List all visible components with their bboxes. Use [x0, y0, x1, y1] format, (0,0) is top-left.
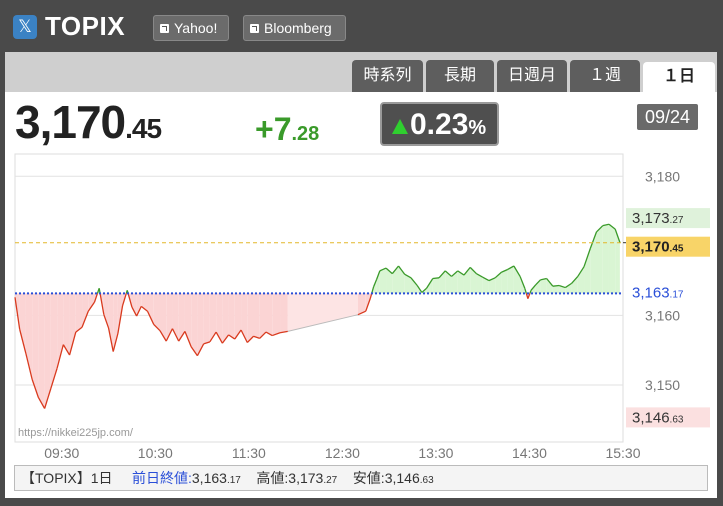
chart-panel: 3,170.45 +7.28 0.23% 09/24 3,173.27 3,170…	[5, 92, 717, 498]
external-link-icon	[160, 24, 169, 33]
area-segment	[191, 293, 198, 356]
area-segment	[50, 293, 58, 389]
area-segment	[247, 293, 254, 343]
tab-1week[interactable]: １週	[570, 60, 640, 92]
x-tick-label: 10:30	[138, 445, 173, 461]
y-tick-label: 3,160	[645, 307, 680, 323]
bloomberg-link-label: Bloomberg	[264, 20, 332, 36]
x-tick-label: 15:30	[605, 445, 640, 461]
area-segment	[203, 293, 210, 344]
area-segment	[216, 293, 223, 344]
area-segment	[432, 277, 440, 294]
area-segment	[608, 224, 616, 294]
x-tick-label: 11:30	[232, 445, 266, 461]
app-window: 𝕏 TOPIX Yahoo! Bloomberg 時系列 長期 日週月 １週 １…	[0, 0, 723, 506]
area-segment	[379, 268, 387, 294]
y-tick-label: 3,180	[645, 168, 680, 184]
series-segment	[432, 277, 440, 280]
x-tick-label: 13:30	[418, 445, 453, 461]
yahoo-link-label: Yahoo!	[174, 20, 218, 36]
area-segment	[82, 293, 89, 328]
area-segment	[507, 266, 514, 294]
area-segment	[596, 225, 603, 294]
series-segment	[552, 284, 560, 287]
area-segment	[228, 293, 235, 340]
area-segment	[19, 293, 26, 354]
area-segment	[540, 278, 547, 294]
area-segment	[38, 293, 45, 409]
footer-prev-label: 前日終値:	[132, 470, 192, 486]
x-tick-label: 12:30	[325, 445, 360, 461]
area-segment	[75, 293, 83, 333]
yahoo-link[interactable]: Yahoo!	[153, 15, 229, 41]
tab-1day[interactable]: １日	[643, 62, 715, 92]
y-tick-label: 3,150	[645, 377, 680, 393]
x-logo-icon[interactable]: 𝕏	[13, 15, 37, 39]
footer-high-dec: .27	[323, 475, 338, 486]
area-segment	[386, 268, 393, 294]
footer-index-name: 【TOPIX】1日	[21, 470, 113, 486]
watermark-text: https://nikkei225jp.com/	[18, 427, 134, 439]
tab-longterm[interactable]: 長期	[426, 60, 494, 92]
footer-high-label: 高値:	[256, 470, 289, 486]
area-segment	[265, 293, 273, 336]
bloomberg-link[interactable]: Bloomberg	[243, 15, 346, 41]
area-segment	[159, 293, 167, 342]
x-tick-label: 09:30	[44, 445, 79, 461]
footer-prev-int: 3,163	[191, 470, 227, 486]
x-tick-label: 14:30	[512, 445, 547, 461]
intraday-chart: 3,173.273,170.453,163.173,146.63 3,1803,…	[14, 153, 710, 461]
external-link-icon	[250, 24, 259, 33]
footer-prev-dec: .17	[226, 475, 241, 486]
tab-timeseries[interactable]: 時系列	[352, 60, 423, 92]
app-title: TOPIX	[45, 11, 126, 41]
header-bar: 𝕏 TOPIX Yahoo! Bloomberg	[0, 0, 723, 52]
footer-high-int: 3,173	[288, 470, 324, 486]
area-segment	[280, 293, 288, 333]
area-segment	[272, 293, 281, 336]
area-segment	[253, 293, 260, 339]
area-segment	[602, 224, 609, 294]
area-segment	[410, 277, 418, 294]
area-segment	[287, 293, 358, 332]
footer-low-dec: .63	[419, 475, 434, 486]
summary-footer: 【TOPIX】1日 前日終値:3,163.17 高値:3,173.27 安値:3…	[14, 465, 708, 491]
area-segment	[501, 269, 508, 294]
footer-low-label: 安値:	[352, 470, 385, 486]
price-label-prev: 3,163.17	[632, 284, 684, 301]
area-segment	[259, 293, 266, 339]
tab-day-week-month[interactable]: 日週月	[497, 60, 567, 92]
footer-low-int: 3,146	[384, 470, 420, 486]
area-segment	[584, 248, 591, 294]
area-segment	[147, 293, 154, 325]
tab-bar: 時系列 長期 日週月 １週 １日	[5, 52, 717, 92]
area-segment	[88, 293, 95, 312]
